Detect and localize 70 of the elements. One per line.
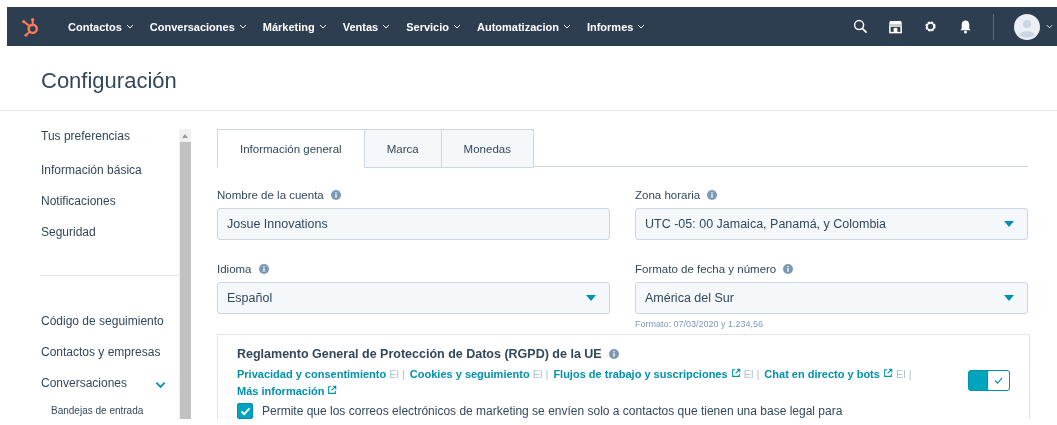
nav-menu-item[interactable]: Ventas — [334, 20, 399, 33]
caret-icon — [125, 24, 134, 29]
marketplace-icon[interactable] — [888, 19, 903, 34]
help-link[interactable]: Chat en directo y bots — [764, 368, 893, 380]
avatar-icon[interactable] — [1014, 13, 1040, 40]
field-label: Nombre de la cuenta — [217, 189, 324, 201]
field-label: Formato de fecha y número — [635, 263, 777, 275]
caret-icon — [453, 24, 461, 29]
caret-icon — [318, 24, 327, 29]
info-icon — [608, 349, 619, 359]
link-separator: El | — [389, 367, 405, 382]
notifications-bell-icon[interactable] — [958, 19, 973, 34]
nav-menu-item[interactable]: Servicio — [398, 20, 469, 33]
sidebar-item[interactable]: Notificaciones — [41, 194, 166, 211]
sidebar-heading: Tus preferencias — [41, 129, 131, 145]
sidebar-item[interactable]: Seguridad — [41, 225, 166, 242]
link-separator: El | — [895, 367, 912, 382]
info-icon — [707, 190, 718, 200]
sidebar-item[interactable]: Código de seguimiento — [41, 314, 164, 331]
nav-menu-item[interactable]: Márketing — [254, 20, 335, 33]
check-icon — [994, 377, 1003, 384]
info-icon — [258, 264, 269, 274]
link-separator: El | — [743, 367, 760, 382]
link-separator: El | — [532, 367, 549, 382]
checkbox-label: Permite que los correos electrónicos de marketing se envíen solo a contactos que tienen una base legal para — [262, 404, 843, 418]
sidebar-subitem[interactable]: Bandejas de entrada — [51, 405, 166, 416]
sprocket-logo-icon[interactable] — [20, 16, 40, 37]
format-hint: Formato: 07/03/2020 y 1.234,56 — [635, 319, 765, 329]
info-icon — [330, 190, 341, 200]
dropdown-field[interactable]: América del Sur — [635, 282, 1028, 314]
help-link[interactable]: Cookies y seguimiento — [409, 368, 530, 380]
tab[interactable]: Marca — [364, 129, 442, 168]
caret-icon — [238, 24, 247, 29]
sidebar-item[interactable]: Información básica — [41, 163, 166, 180]
scrollbar[interactable] — [179, 129, 191, 419]
input-field[interactable]: Josue Innovations — [217, 208, 610, 240]
help-link[interactable]: Más información — [237, 385, 338, 397]
check-icon — [239, 406, 251, 416]
settings-icon[interactable] — [923, 19, 938, 34]
help-link[interactable]: Privacidad y consentimiento — [237, 368, 387, 380]
caret-icon — [637, 24, 646, 29]
external-link-icon — [882, 368, 893, 378]
caret-icon — [382, 24, 391, 29]
caret-down-icon — [1004, 221, 1014, 227]
nav-menu-item[interactable]: Contactos — [60, 20, 142, 33]
section-title: Reglamento General de Protección de Datos (RGPD) de la UE — [237, 347, 602, 361]
dropdown-field[interactable]: UTC -05: 00 Jamaica, Panamá, y Colombia — [635, 208, 1028, 240]
caret-down-icon — [586, 295, 596, 301]
nav-menu-item[interactable]: Automatizacion — [469, 20, 579, 33]
nav-menu-item[interactable]: Conversaciones — [141, 20, 255, 33]
external-link-icon — [730, 368, 741, 378]
checkbox[interactable] — [237, 403, 253, 419]
nav-menu-item[interactable]: Informes — [578, 20, 654, 33]
field-label: Zona horaria — [635, 189, 701, 201]
search-icon[interactable] — [853, 19, 868, 34]
caret-icon — [562, 24, 571, 29]
sidebar-item[interactable]: Contactos y empresas — [41, 345, 161, 362]
dropdown-field[interactable]: Español — [217, 282, 610, 314]
toggle-switch[interactable] — [968, 370, 1010, 391]
caret-down-icon — [1004, 295, 1014, 301]
help-link[interactable]: Flujos de trabajo y suscripciones — [553, 368, 741, 380]
tab[interactable]: Información general — [217, 129, 365, 168]
page-title: Configuración — [41, 68, 178, 95]
caret-icon[interactable] — [1046, 24, 1053, 29]
info-icon — [783, 264, 794, 274]
field-label: Idioma — [217, 263, 252, 275]
external-link-icon — [327, 385, 338, 395]
tab[interactable]: Monedas — [441, 129, 534, 168]
chevron-down-icon[interactable] — [155, 381, 166, 389]
sidebar-item[interactable]: Conversaciones — [41, 376, 128, 393]
